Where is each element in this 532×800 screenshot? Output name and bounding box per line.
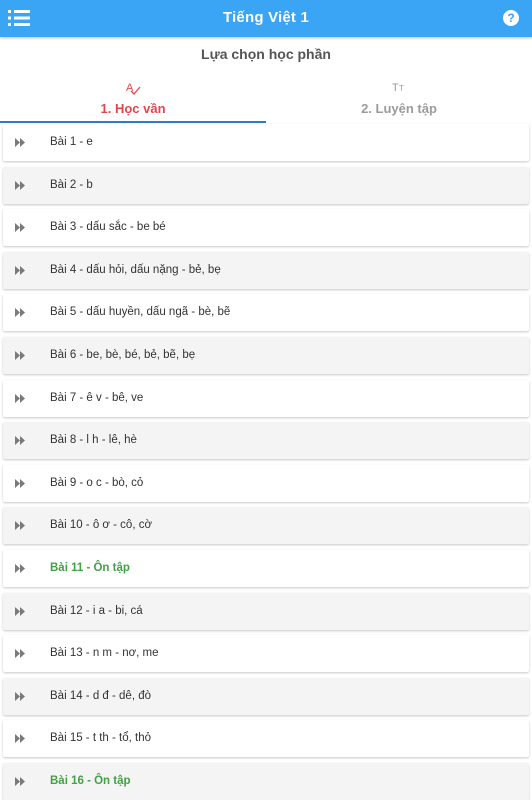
- double-chevron-right-icon: [15, 777, 25, 786]
- lesson-row[interactable]: Bài 3 - dấu sắc - be bé: [3, 209, 529, 247]
- lesson-row[interactable]: Bài 14 - d đ - dê, đò: [3, 677, 529, 715]
- tab-hoc-van[interactable]: A 1. Học vần: [0, 72, 266, 124]
- app-title: Tiếng Việt 1: [222, 9, 310, 26]
- svg-text:T: T: [399, 84, 404, 93]
- active-tab-indicator: [0, 121, 266, 123]
- lesson-label: Bài 9 - o c - bò, cỏ: [50, 476, 144, 489]
- double-chevron-right-icon: [15, 265, 25, 275]
- double-chevron-right-icon: [15, 521, 25, 531]
- lesson-row[interactable]: Bài 11 - Ôn tập: [3, 550, 529, 587]
- lesson-row[interactable]: Bài 6 - be, bè, bé, bẻ, bẽ, bẹ: [3, 337, 529, 374]
- spell-check-icon: A: [126, 82, 141, 95]
- tab-label: 1. Học vần: [100, 101, 166, 116]
- double-chevron-right-icon: [15, 436, 25, 446]
- lesson-label: Bài 13 - n m - nơ, me: [50, 647, 159, 660]
- lesson-label: Bài 14 - d đ - dê, đò: [50, 689, 152, 702]
- tab-bar: A 1. Học vần T T 2. Luyện tập: [0, 72, 532, 124]
- app-bar: Tiếng Việt 1 ?: [0, 0, 532, 37]
- lesson-row[interactable]: Bài 8 - l h - lê, hè: [3, 422, 529, 460]
- lesson-row[interactable]: Bài 9 - o c - bò, cỏ: [3, 464, 529, 502]
- double-chevron-right-icon: [15, 649, 25, 659]
- double-chevron-right-icon: [15, 606, 25, 616]
- double-chevron-right-icon: [15, 478, 25, 488]
- lesson-row[interactable]: Bài 15 - t th - tổ, thỏ: [3, 720, 529, 758]
- tab-luyen-tap[interactable]: T T 2. Luyện tập: [266, 72, 532, 124]
- lesson-row[interactable]: Bài 10 - ô ơ - cô, cờ: [3, 507, 529, 545]
- double-chevron-right-icon: [15, 734, 25, 744]
- lesson-label: Bài 5 - dấu huyền, dấu ngã - bè, bẽ: [50, 306, 231, 319]
- lesson-label: Bài 4 - dấu hỏi, dấu nặng - bẻ, bẹ: [50, 263, 221, 276]
- help-icon[interactable]: ?: [503, 10, 519, 26]
- double-chevron-right-icon: [15, 308, 25, 318]
- lesson-row[interactable]: Bài 4 - dấu hỏi, dấu nặng - bẻ, bẹ: [3, 251, 529, 289]
- svg-text:T: T: [392, 82, 399, 94]
- lesson-row[interactable]: Bài 2 - b: [3, 166, 529, 204]
- lesson-row[interactable]: Bài 12 - i a - bi, cá: [3, 592, 529, 630]
- double-chevron-right-icon: [15, 223, 25, 233]
- lesson-label: Bài 2 - b: [50, 178, 93, 191]
- text-size-icon: T T: [392, 82, 404, 94]
- lesson-label: Bài 8 - l h - lê, hè: [50, 434, 137, 447]
- double-chevron-right-icon: [15, 138, 25, 147]
- lesson-row[interactable]: Bài 13 - n m - nơ, me: [3, 635, 529, 673]
- double-chevron-right-icon: [15, 180, 25, 190]
- page-subtitle: Lựa chọn học phần: [201, 46, 331, 62]
- lesson-label: Bài 10 - ô ơ - cô, cờ: [50, 519, 153, 532]
- lesson-label: Bài 1 - e: [50, 136, 93, 148]
- double-chevron-right-icon: [15, 691, 25, 701]
- lesson-label: Bài 12 - i a - bi, cá: [50, 604, 143, 617]
- lesson-row[interactable]: Bài 16 - Ôn tập: [3, 763, 529, 800]
- lesson-row[interactable]: Bài 7 - ê v - bê, ve: [3, 379, 529, 417]
- lesson-row[interactable]: Bài 5 - dấu huyền, dấu ngã - bè, bẽ: [3, 294, 529, 332]
- lesson-label: Bài 15 - t th - tổ, thỏ: [50, 732, 151, 745]
- lesson-label: Bài 3 - dấu sắc - be bé: [50, 221, 166, 234]
- double-chevron-right-icon: [15, 351, 25, 360]
- lesson-label: Bài 16 - Ôn tập: [50, 775, 131, 787]
- lesson-row[interactable]: Bài 1 - e: [3, 124, 529, 161]
- lesson-label: Bài 6 - be, bè, bé, bẻ, bẽ, bẹ: [50, 349, 196, 361]
- double-chevron-right-icon: [15, 564, 25, 573]
- lesson-label: Bài 7 - ê v - bê, ve: [50, 391, 144, 404]
- tab-label: 2. Luyện tập: [361, 101, 437, 116]
- double-chevron-right-icon: [15, 393, 25, 403]
- lesson-label: Bài 11 - Ôn tập: [50, 562, 130, 574]
